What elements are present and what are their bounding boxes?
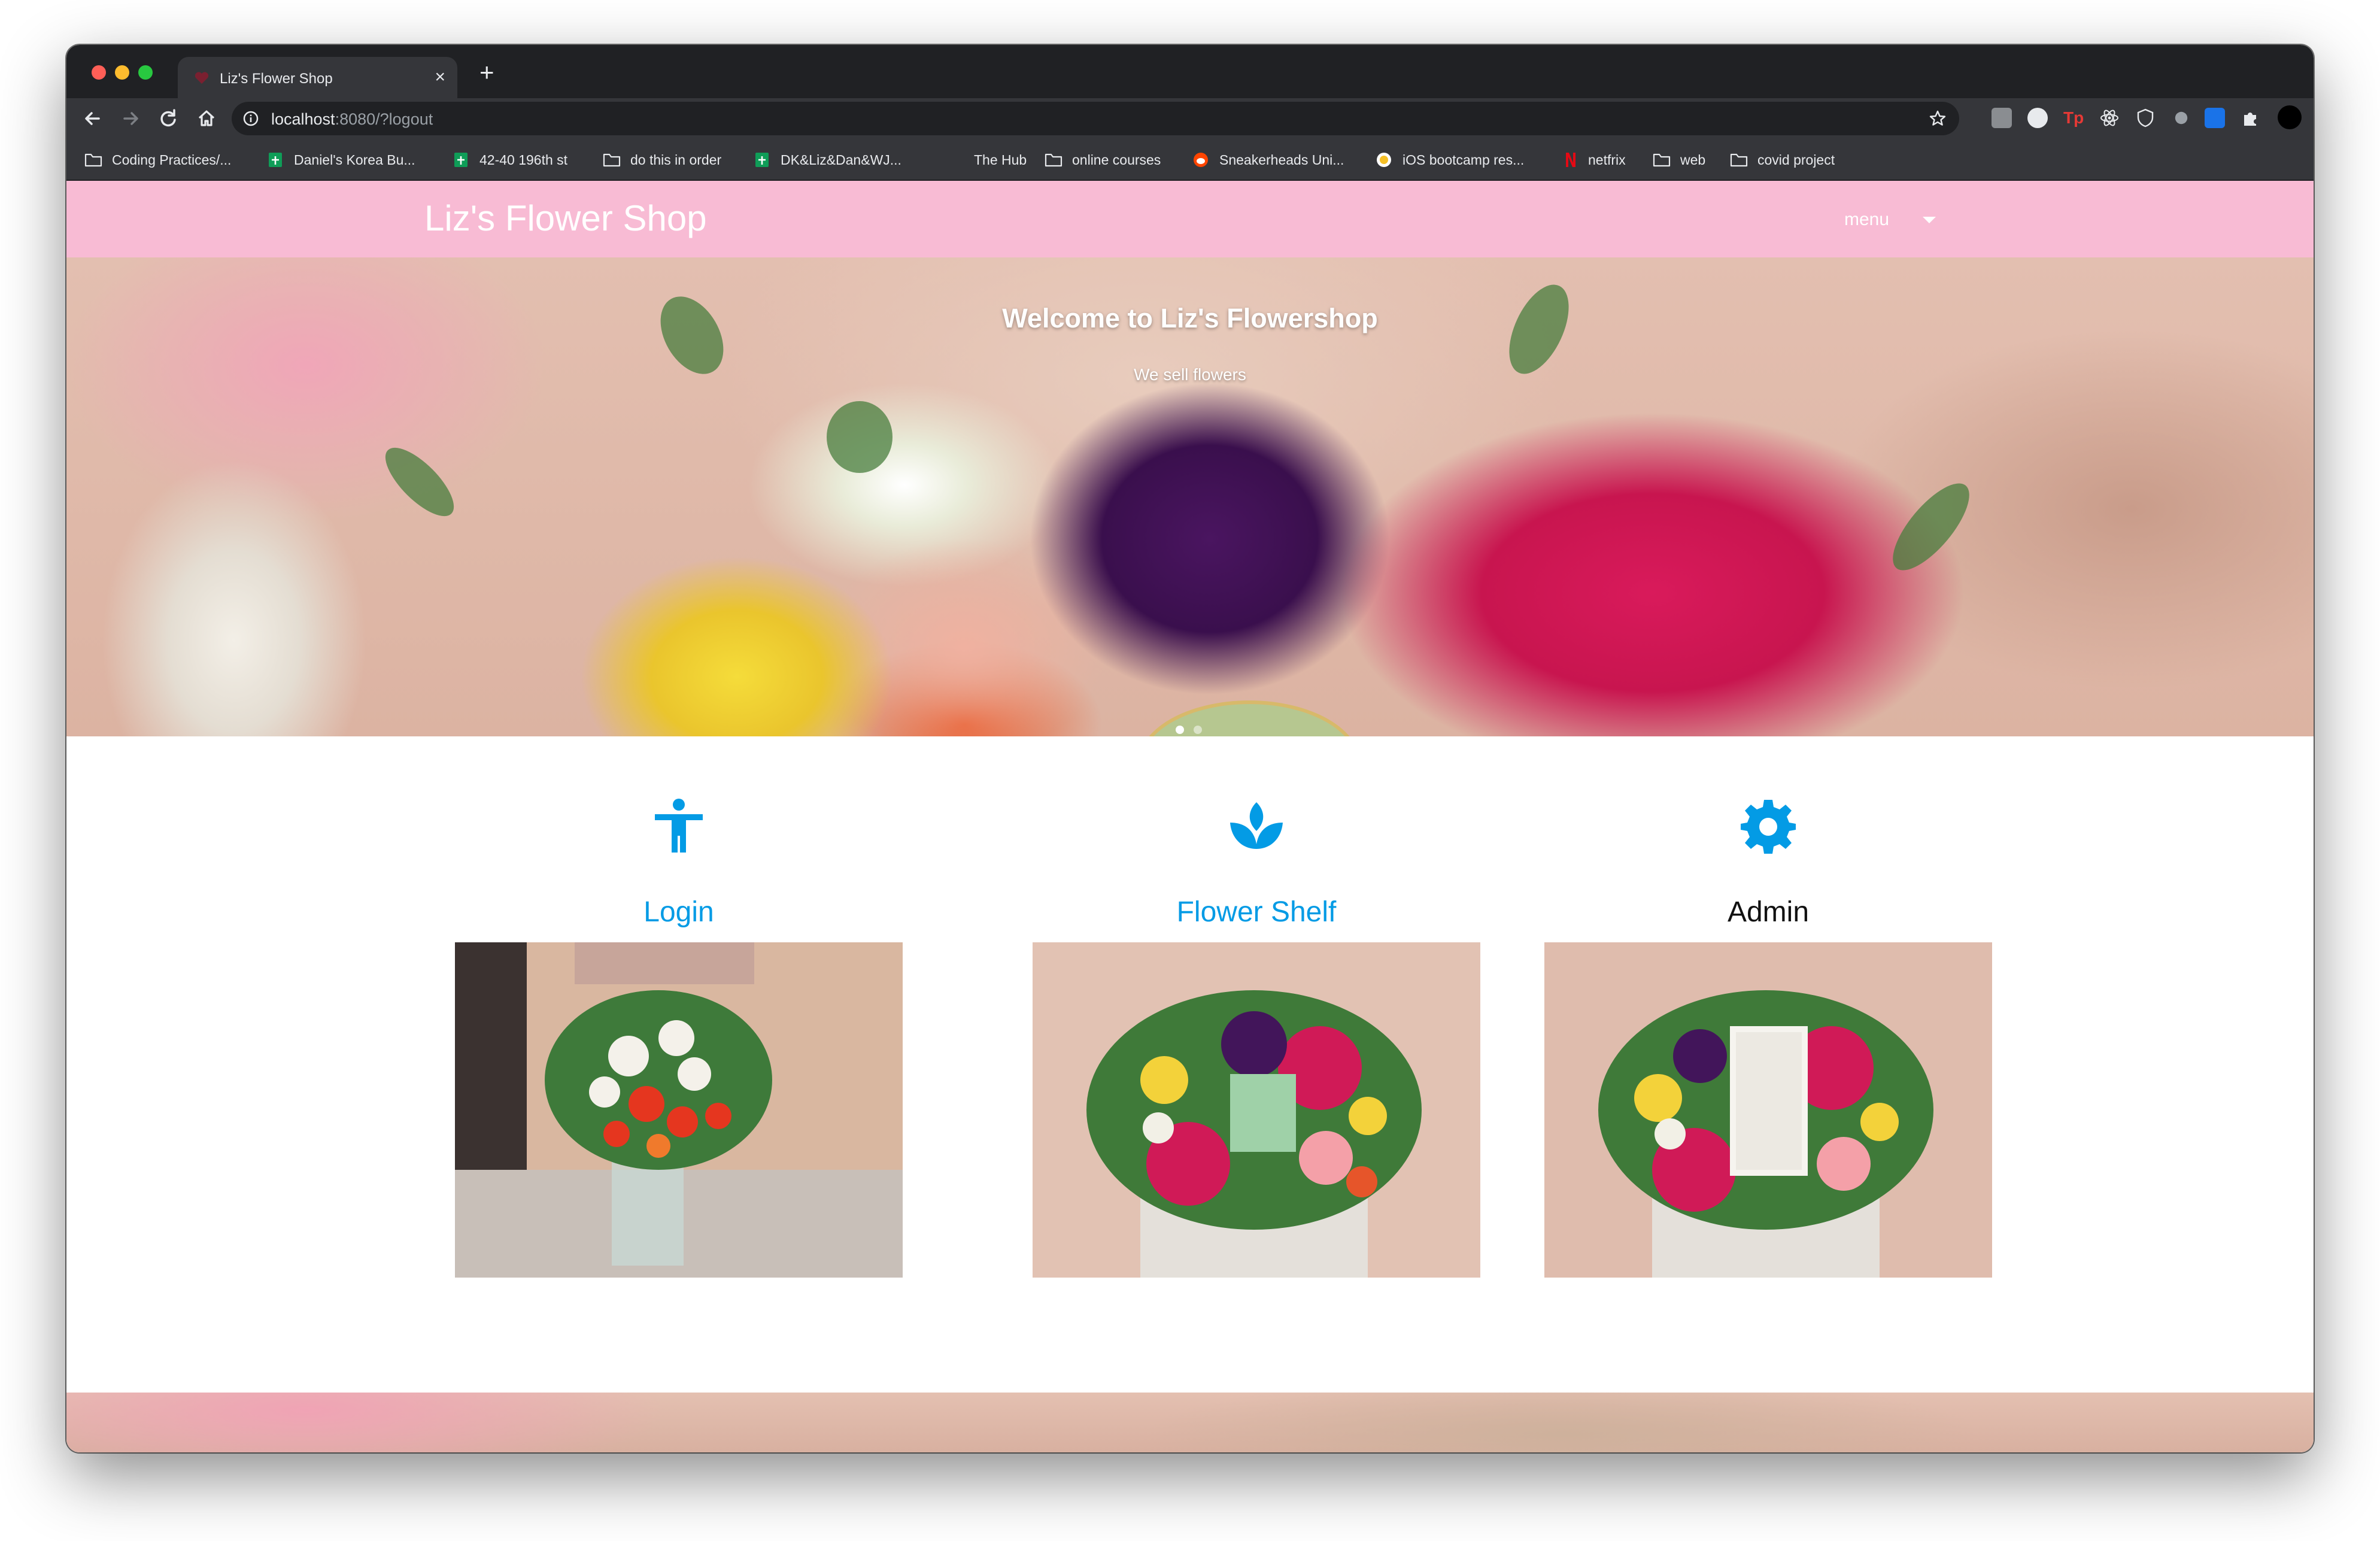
close-tab-icon[interactable]: × [435, 67, 445, 87]
sheets-icon [269, 153, 282, 167]
folder-icon [603, 153, 621, 167]
bookmarks-bar: Coding Practices/... Daniel's Korea Bu...… [66, 139, 2314, 181]
home-icon[interactable] [195, 107, 218, 131]
bookmark-label: online courses [1072, 151, 1161, 168]
folder-icon [1045, 153, 1062, 167]
round-box-shape [1138, 700, 1361, 736]
bookmark-item[interactable]: web [1653, 151, 1705, 169]
bookmark-item[interactable]: do this in order [603, 151, 721, 169]
extension-shield-icon[interactable] [2135, 108, 2156, 128]
bookmark-item[interactable]: netfrix [1561, 151, 1626, 169]
site-brand[interactable]: Liz's Flower Shop [424, 198, 707, 239]
footer-banner [66, 1393, 2314, 1452]
login-link[interactable]: Login [455, 896, 903, 929]
folder-icon [84, 153, 102, 167]
back-icon[interactable] [81, 107, 105, 131]
extension-react-icon[interactable] [2099, 108, 2120, 128]
folder-icon [1653, 153, 1671, 167]
bookmark-item[interactable]: Sneakerheads Uni... [1192, 151, 1344, 169]
bookmark-label: do this in order [630, 151, 722, 168]
minimize-window-button[interactable] [115, 65, 129, 80]
extension-translate-icon[interactable] [1992, 108, 2012, 128]
bookmark-star-icon[interactable] [1928, 109, 1947, 128]
bookmark-label: DK&Liz&Dan&WJ... [781, 151, 901, 168]
bookmark-label: netfrix [1588, 151, 1626, 168]
bookmark-item[interactable]: Coding Practices/... [84, 151, 231, 169]
bookmark-item[interactable]: Daniel's Korea Bu... [266, 151, 415, 169]
menu-dropdown[interactable]: menu [1844, 210, 1936, 230]
gear-icon [1738, 796, 1798, 856]
extension-tp-icon[interactable]: Tp [2063, 108, 2084, 128]
vase-bouquet-photo[interactable] [455, 942, 903, 1278]
bookmark-label: iOS bootcamp res... [1402, 151, 1525, 168]
feature-cards: Login Flower Shelf Admin [66, 736, 2314, 1335]
bookmark-label: Sneakerheads Uni... [1219, 151, 1344, 168]
url-path: :8080/?logout [335, 110, 433, 128]
bookmark-label: covid project [1757, 151, 1835, 168]
carousel-indicators [1176, 726, 1202, 734]
accessibility-person-icon [649, 796, 709, 856]
url-text: localhost:8080/?logout [271, 110, 433, 129]
bookmark-item[interactable]: 42-40 196th st [452, 151, 567, 169]
extension-bug-icon[interactable] [2175, 111, 2188, 125]
foliage-shape [827, 401, 892, 473]
bookmark-label: Coding Practices/... [112, 151, 232, 168]
bookmark-item[interactable]: covid project [1730, 151, 1835, 169]
flower-box-clinique-photo[interactable] [1033, 942, 1480, 1278]
bookmark-label: web [1680, 151, 1706, 168]
address-bar[interactable]: localhost:8080/?logout [232, 102, 1959, 135]
heart-favicon-icon [195, 72, 209, 84]
sheets-icon [755, 153, 769, 167]
close-window-button[interactable] [92, 65, 106, 80]
netflix-icon [1566, 153, 1575, 167]
extension-blue-icon[interactable] [2205, 108, 2225, 128]
foliage-shape [1880, 472, 1982, 582]
folder-icon [1730, 153, 1748, 167]
sheets-icon [454, 153, 468, 167]
forward-icon[interactable] [119, 107, 142, 131]
hero-subtitle: We sell flowers [1134, 365, 1246, 384]
reload-icon[interactable] [156, 107, 180, 131]
menu-label: menu [1844, 210, 1890, 229]
browser-window: Liz's Flower Shop × + localhost:8080/?lo… [66, 45, 2314, 1452]
browser-toolbar: localhost:8080/?logout Tp [66, 98, 2314, 139]
reddit-icon [1194, 153, 1208, 167]
flower-shelf-link[interactable]: Flower Shelf [1033, 896, 1480, 929]
browser-tab[interactable]: Liz's Flower Shop × [178, 57, 457, 98]
hero-carousel[interactable]: Welcome to Liz's Flowershop We sell flow… [66, 257, 2314, 736]
spa-lotus-icon [1227, 796, 1286, 856]
maximize-window-button[interactable] [138, 65, 153, 80]
url-host: localhost [271, 110, 335, 128]
new-tab-button[interactable]: + [479, 59, 494, 86]
bookmark-label: The Hub [974, 151, 1027, 168]
bookmark-label: Daniel's Korea Bu... [294, 151, 415, 168]
admin-link[interactable]: Admin [1544, 896, 1992, 929]
bookmark-label: 42-40 196th st [479, 151, 568, 168]
profile-avatar-icon[interactable] [2278, 105, 2302, 129]
bookmark-item[interactable]: iOS bootcamp res... [1375, 151, 1524, 169]
yellow-circle-icon [1377, 153, 1391, 167]
flower-box-chanel-photo[interactable] [1544, 942, 1992, 1278]
tab-bar: Liz's Flower Shop × + [66, 45, 2314, 98]
hero-title: Welcome to Liz's Flowershop [1002, 303, 1378, 333]
site-navbar: Liz's Flower Shop menu [66, 181, 2314, 257]
tab-title: Liz's Flower Shop [220, 71, 333, 87]
bookmark-item[interactable]: DK&Liz&Dan&WJ... [753, 151, 901, 169]
carousel-dot-2[interactable] [1194, 726, 1202, 734]
carousel-dot-1[interactable] [1176, 726, 1184, 734]
bookmark-item[interactable]: online courses [1045, 151, 1161, 169]
bookmark-item[interactable]: The Hub [946, 151, 1027, 169]
caret-down-icon [1923, 216, 1936, 223]
extensions-puzzle-icon[interactable] [2241, 108, 2261, 128]
site-info-icon[interactable] [242, 110, 259, 127]
extension-circle-icon[interactable] [2027, 108, 2048, 128]
foliage-shape [375, 437, 465, 527]
page-content: Liz's Flower Shop menu Welcome to Liz's … [66, 181, 2314, 1452]
blank-icon [946, 152, 964, 168]
